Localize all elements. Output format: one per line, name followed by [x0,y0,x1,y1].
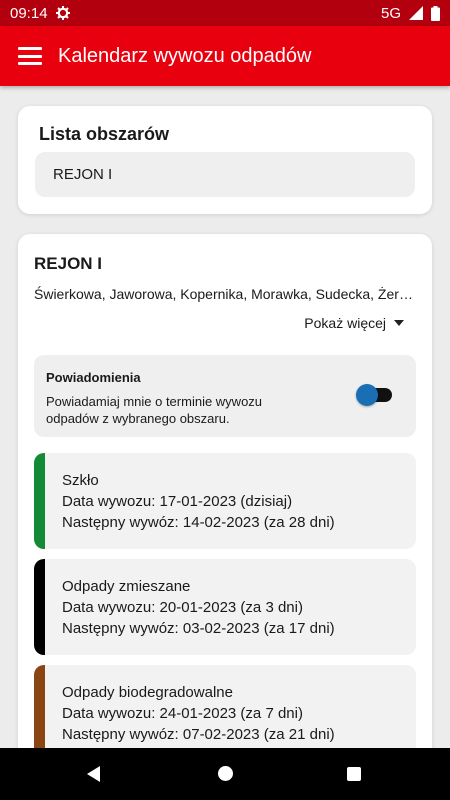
area-item-rejon-i[interactable]: REJON I [35,152,415,197]
chevron-down-icon [394,320,404,326]
recents-icon[interactable] [347,767,361,781]
waste-name: Odpady zmieszane [62,578,191,595]
home-icon[interactable] [218,766,233,781]
area-list-card: Lista obszarów REJON I [18,106,432,214]
notifications-panel: Powiadomienia Powiadamiaj mnie o termini… [34,355,416,437]
waste-color-bar [34,665,45,748]
waste-item-mixed[interactable]: Odpady zmieszane Data wywozu: 20-01-2023… [34,559,416,655]
notifications-toggle[interactable] [356,384,392,406]
back-icon[interactable] [87,766,100,782]
signal-icon [409,6,423,20]
system-nav-bar [0,748,450,800]
show-more-label: Pokaż więcej [304,315,386,331]
show-more-button[interactable]: Pokaż więcej [304,315,404,331]
waste-pickup-date: Data wywozu: 20-01-2023 (za 3 dni) [62,599,303,616]
notifications-description: Powiadamiaj mnie o terminie wywozu odpad… [46,394,263,426]
waste-item-glass[interactable]: Szkło Data wywozu: 17-01-2023 (dzisiaj) … [34,453,416,549]
waste-next-pickup: Następny wywóz: 03-02-2023 (za 17 dni) [62,620,335,637]
waste-color-bar [34,453,45,549]
waste-name: Szkło [62,472,99,489]
waste-item-biodegradable[interactable]: Odpady biodegradowalne Data wywozu: 24-0… [34,665,416,748]
waste-pickup-date: Data wywozu: 17-01-2023 (dzisiaj) [62,493,293,510]
main-content[interactable]: Lista obszarów REJON I REJON I Świerkowa… [0,86,450,748]
waste-pickup-date: Data wywozu: 24-01-2023 (za 7 dni) [62,705,303,722]
status-bar: 09:14 5G [0,0,450,26]
waste-name: Odpady biodegradowalne [62,684,233,701]
settings-icon [55,6,70,20]
network-type: 5G [380,4,401,22]
region-card: REJON I Świerkowa, Jaworowa, Kopernika, … [18,234,432,748]
waste-next-pickup: Następny wywóz: 14-02-2023 (za 28 dni) [62,514,335,531]
waste-next-pickup: Następny wywóz: 07-02-2023 (za 21 dni) [62,726,335,743]
status-time: 09:14 [10,4,48,22]
waste-color-bar [34,559,45,655]
area-list-title: Lista obszarów [39,124,170,144]
battery-icon [431,5,440,21]
menu-icon[interactable] [18,47,42,65]
app-title: Kalendarz wywozu odpadów [58,44,312,67]
toggle-thumb [356,384,378,406]
region-title: REJON I [34,254,103,273]
notifications-title: Powiadomienia [46,370,141,385]
region-streets: Świerkowa, Jaworowa, Kopernika, Morawka,… [34,286,414,302]
app-bar: Kalendarz wywozu odpadów [0,26,450,86]
